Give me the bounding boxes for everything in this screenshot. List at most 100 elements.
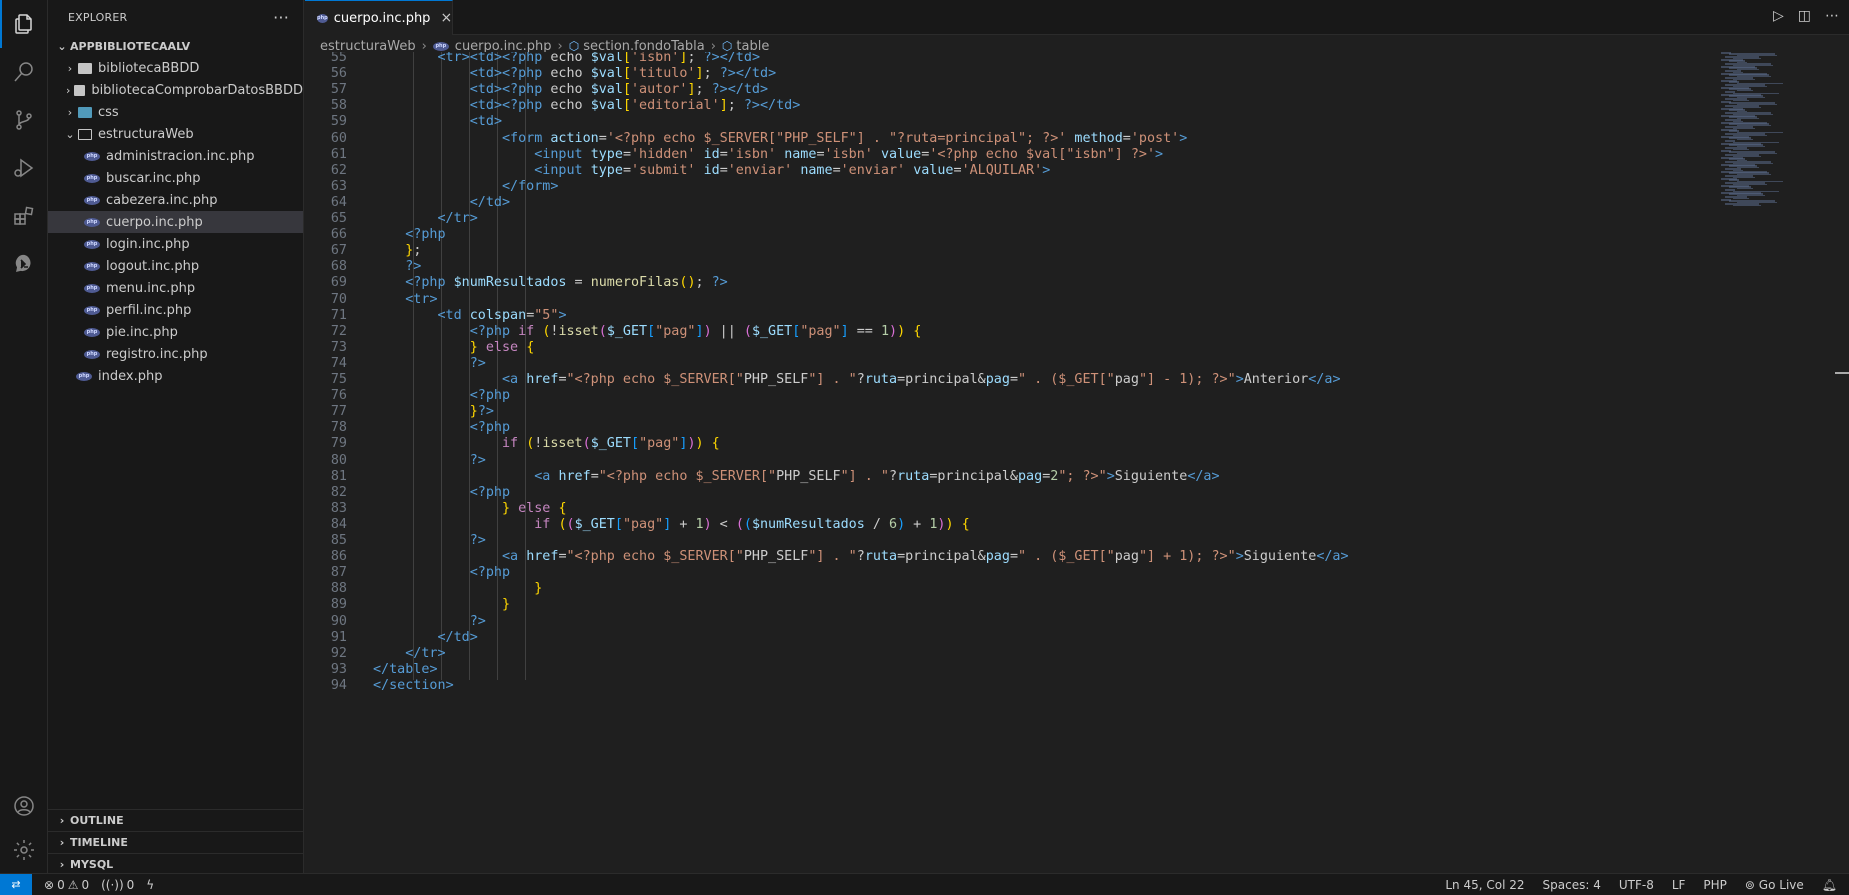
language-mode[interactable]: PHP bbox=[1703, 878, 1727, 892]
folder-icon bbox=[74, 84, 86, 96]
close-icon[interactable]: × bbox=[440, 10, 452, 26]
tree-item[interactable]: php pie.inc.php bbox=[48, 321, 303, 343]
tree-item[interactable]: php administracion.inc.php bbox=[48, 145, 303, 167]
minimap-line bbox=[1733, 204, 1761, 207]
folder-icon bbox=[78, 106, 92, 118]
cursor-position[interactable]: Ln 45, Col 22 bbox=[1445, 878, 1524, 892]
tree-item-label: index.php bbox=[98, 368, 163, 384]
account-icon[interactable] bbox=[0, 782, 48, 830]
antenna-icon: ⊚ bbox=[1744, 878, 1759, 892]
settings-gear-icon[interactable] bbox=[0, 826, 48, 874]
chevron-right-icon: › bbox=[67, 61, 73, 75]
warning-count: 0 bbox=[81, 877, 90, 892]
timeline-label: TIMELINE bbox=[70, 836, 128, 849]
tree-item-label: registro.inc.php bbox=[106, 346, 208, 362]
project-root-label: APPBIBLIOTECAALV bbox=[70, 39, 191, 53]
timeline-section[interactable]: › TIMELINE bbox=[48, 831, 304, 853]
tree-item[interactable]: php cuerpo.inc.php bbox=[48, 211, 303, 233]
activity-bar bbox=[0, 0, 48, 873]
search-icon[interactable] bbox=[0, 48, 48, 96]
tree-item-label: bibliotecaBBDD bbox=[98, 60, 200, 76]
tree-item[interactable]: php logout.inc.php bbox=[48, 255, 303, 277]
minimap[interactable] bbox=[1715, 52, 1849, 873]
mysql-section[interactable]: › MYSQL bbox=[48, 853, 304, 875]
live-share-icon[interactable] bbox=[0, 240, 48, 288]
extensions-icon[interactable] bbox=[0, 192, 48, 240]
encoding[interactable]: UTF-8 bbox=[1619, 878, 1654, 892]
tree-item-label: perfil.inc.php bbox=[106, 302, 192, 318]
tree-item-label: bibliotecaComprobarDatosBBDD bbox=[91, 82, 303, 98]
run-debug-icon[interactable] bbox=[0, 144, 48, 192]
php-file-icon: php bbox=[76, 371, 92, 381]
explorer-icon[interactable] bbox=[0, 0, 48, 48]
bell-icon[interactable]: 🔔︎ bbox=[1822, 878, 1837, 892]
tree-item-label: administracion.inc.php bbox=[106, 148, 255, 164]
php-file-icon: php bbox=[84, 173, 100, 183]
outline-section[interactable]: › OUTLINE bbox=[48, 809, 304, 831]
minimap-line bbox=[1737, 89, 1753, 92]
source-control-icon[interactable] bbox=[0, 96, 48, 144]
mysql-label: MYSQL bbox=[70, 858, 114, 871]
minimap-line bbox=[1737, 138, 1753, 141]
split-editor-icon[interactable]: ◫ bbox=[1798, 8, 1811, 24]
tree-item-label: menu.inc.php bbox=[106, 280, 196, 296]
more-actions-icon[interactable]: ⋯ bbox=[1825, 8, 1839, 24]
minimap-line bbox=[1733, 148, 1749, 151]
php-file-icon: php bbox=[317, 13, 328, 23]
code-text: </section> bbox=[373, 677, 454, 693]
php-file-icon: php bbox=[84, 217, 100, 227]
chevron-right-icon: › bbox=[59, 814, 65, 827]
problems-indicator[interactable]: ⊗ 0 ⚠ 0 bbox=[44, 878, 89, 892]
tree-item[interactable]: › bibliotecaComprobarDatosBBDD bbox=[48, 79, 303, 101]
tree-item[interactable]: ⌄ estructuraWeb bbox=[48, 123, 303, 145]
tree-item[interactable]: php buscar.inc.php bbox=[48, 167, 303, 189]
tree-item-label: logout.inc.php bbox=[106, 258, 200, 274]
folder-icon bbox=[78, 62, 92, 74]
ports-indicator[interactable]: ((·)) 0 bbox=[101, 878, 134, 892]
tree-item[interactable]: › css bbox=[48, 101, 303, 123]
tree-item-label: estructuraWeb bbox=[98, 126, 194, 142]
tree-item-label: cuerpo.inc.php bbox=[106, 214, 203, 230]
ports-count: 0 bbox=[126, 877, 135, 892]
php-file-icon: php bbox=[84, 195, 100, 205]
tree-item[interactable]: php login.inc.php bbox=[48, 233, 303, 255]
php-file-icon: php bbox=[84, 151, 100, 161]
minimap-line bbox=[1737, 187, 1753, 190]
code-line[interactable]: 94 </section> bbox=[305, 676, 1705, 695]
error-icon: ⊗ bbox=[44, 877, 55, 892]
minimap-line bbox=[1733, 99, 1749, 102]
tree-item[interactable]: › bibliotecaBBDD bbox=[48, 57, 303, 79]
tree-item[interactable]: php perfil.inc.php bbox=[48, 299, 303, 321]
lightning-icon[interactable]: ϟ bbox=[146, 878, 154, 892]
code-editor[interactable]: 55 <tr><td><?php echo $val['isbn']; ?></… bbox=[305, 52, 1715, 873]
go-live-button[interactable]: ⊚ Go Live bbox=[1745, 878, 1804, 892]
tree-item[interactable]: php registro.inc.php bbox=[48, 343, 303, 365]
end-of-line[interactable]: LF bbox=[1672, 878, 1686, 892]
chevron-right-icon: › bbox=[59, 858, 65, 871]
chevron-down-icon: ⌄ bbox=[65, 127, 75, 141]
tree-item[interactable]: php cabezera.inc.php bbox=[48, 189, 303, 211]
tree-item[interactable]: php menu.inc.php bbox=[48, 277, 303, 299]
tree-item-label: buscar.inc.php bbox=[106, 170, 201, 186]
tree-item-label: pie.inc.php bbox=[106, 324, 178, 340]
explorer-header: EXPLORER ··· bbox=[48, 0, 303, 35]
explorer-title: EXPLORER bbox=[68, 11, 128, 24]
outline-label: OUTLINE bbox=[70, 814, 124, 827]
run-icon[interactable]: ▷ bbox=[1773, 8, 1784, 24]
php-file-icon: php bbox=[84, 305, 100, 315]
more-actions-icon[interactable]: ··· bbox=[273, 8, 289, 27]
tree-item[interactable]: php index.php bbox=[48, 365, 303, 387]
indentation[interactable]: Spaces: 4 bbox=[1543, 878, 1601, 892]
status-bar: ⇄ ⊗ 0 ⚠ 0 ((·)) 0 ϟ Ln 45, Col 22 Spaces… bbox=[0, 873, 1849, 895]
symbol-element-icon: ⬡ bbox=[568, 39, 580, 53]
symbol-element-icon: ⬡ bbox=[721, 39, 733, 53]
chevron-right-icon: › bbox=[59, 836, 65, 849]
minimap-line bbox=[1733, 197, 1749, 200]
scroll-position-marker bbox=[1835, 372, 1849, 374]
tree-item-label: login.inc.php bbox=[106, 236, 190, 252]
remote-icon[interactable]: ⇄ bbox=[0, 873, 32, 895]
tab-cuerpo[interactable]: php cuerpo.inc.php × bbox=[305, 0, 453, 35]
project-root[interactable]: ⌄ APPBIBLIOTECAALV bbox=[48, 35, 303, 57]
folder-icon bbox=[78, 128, 92, 140]
php-file-icon: php bbox=[84, 261, 100, 271]
